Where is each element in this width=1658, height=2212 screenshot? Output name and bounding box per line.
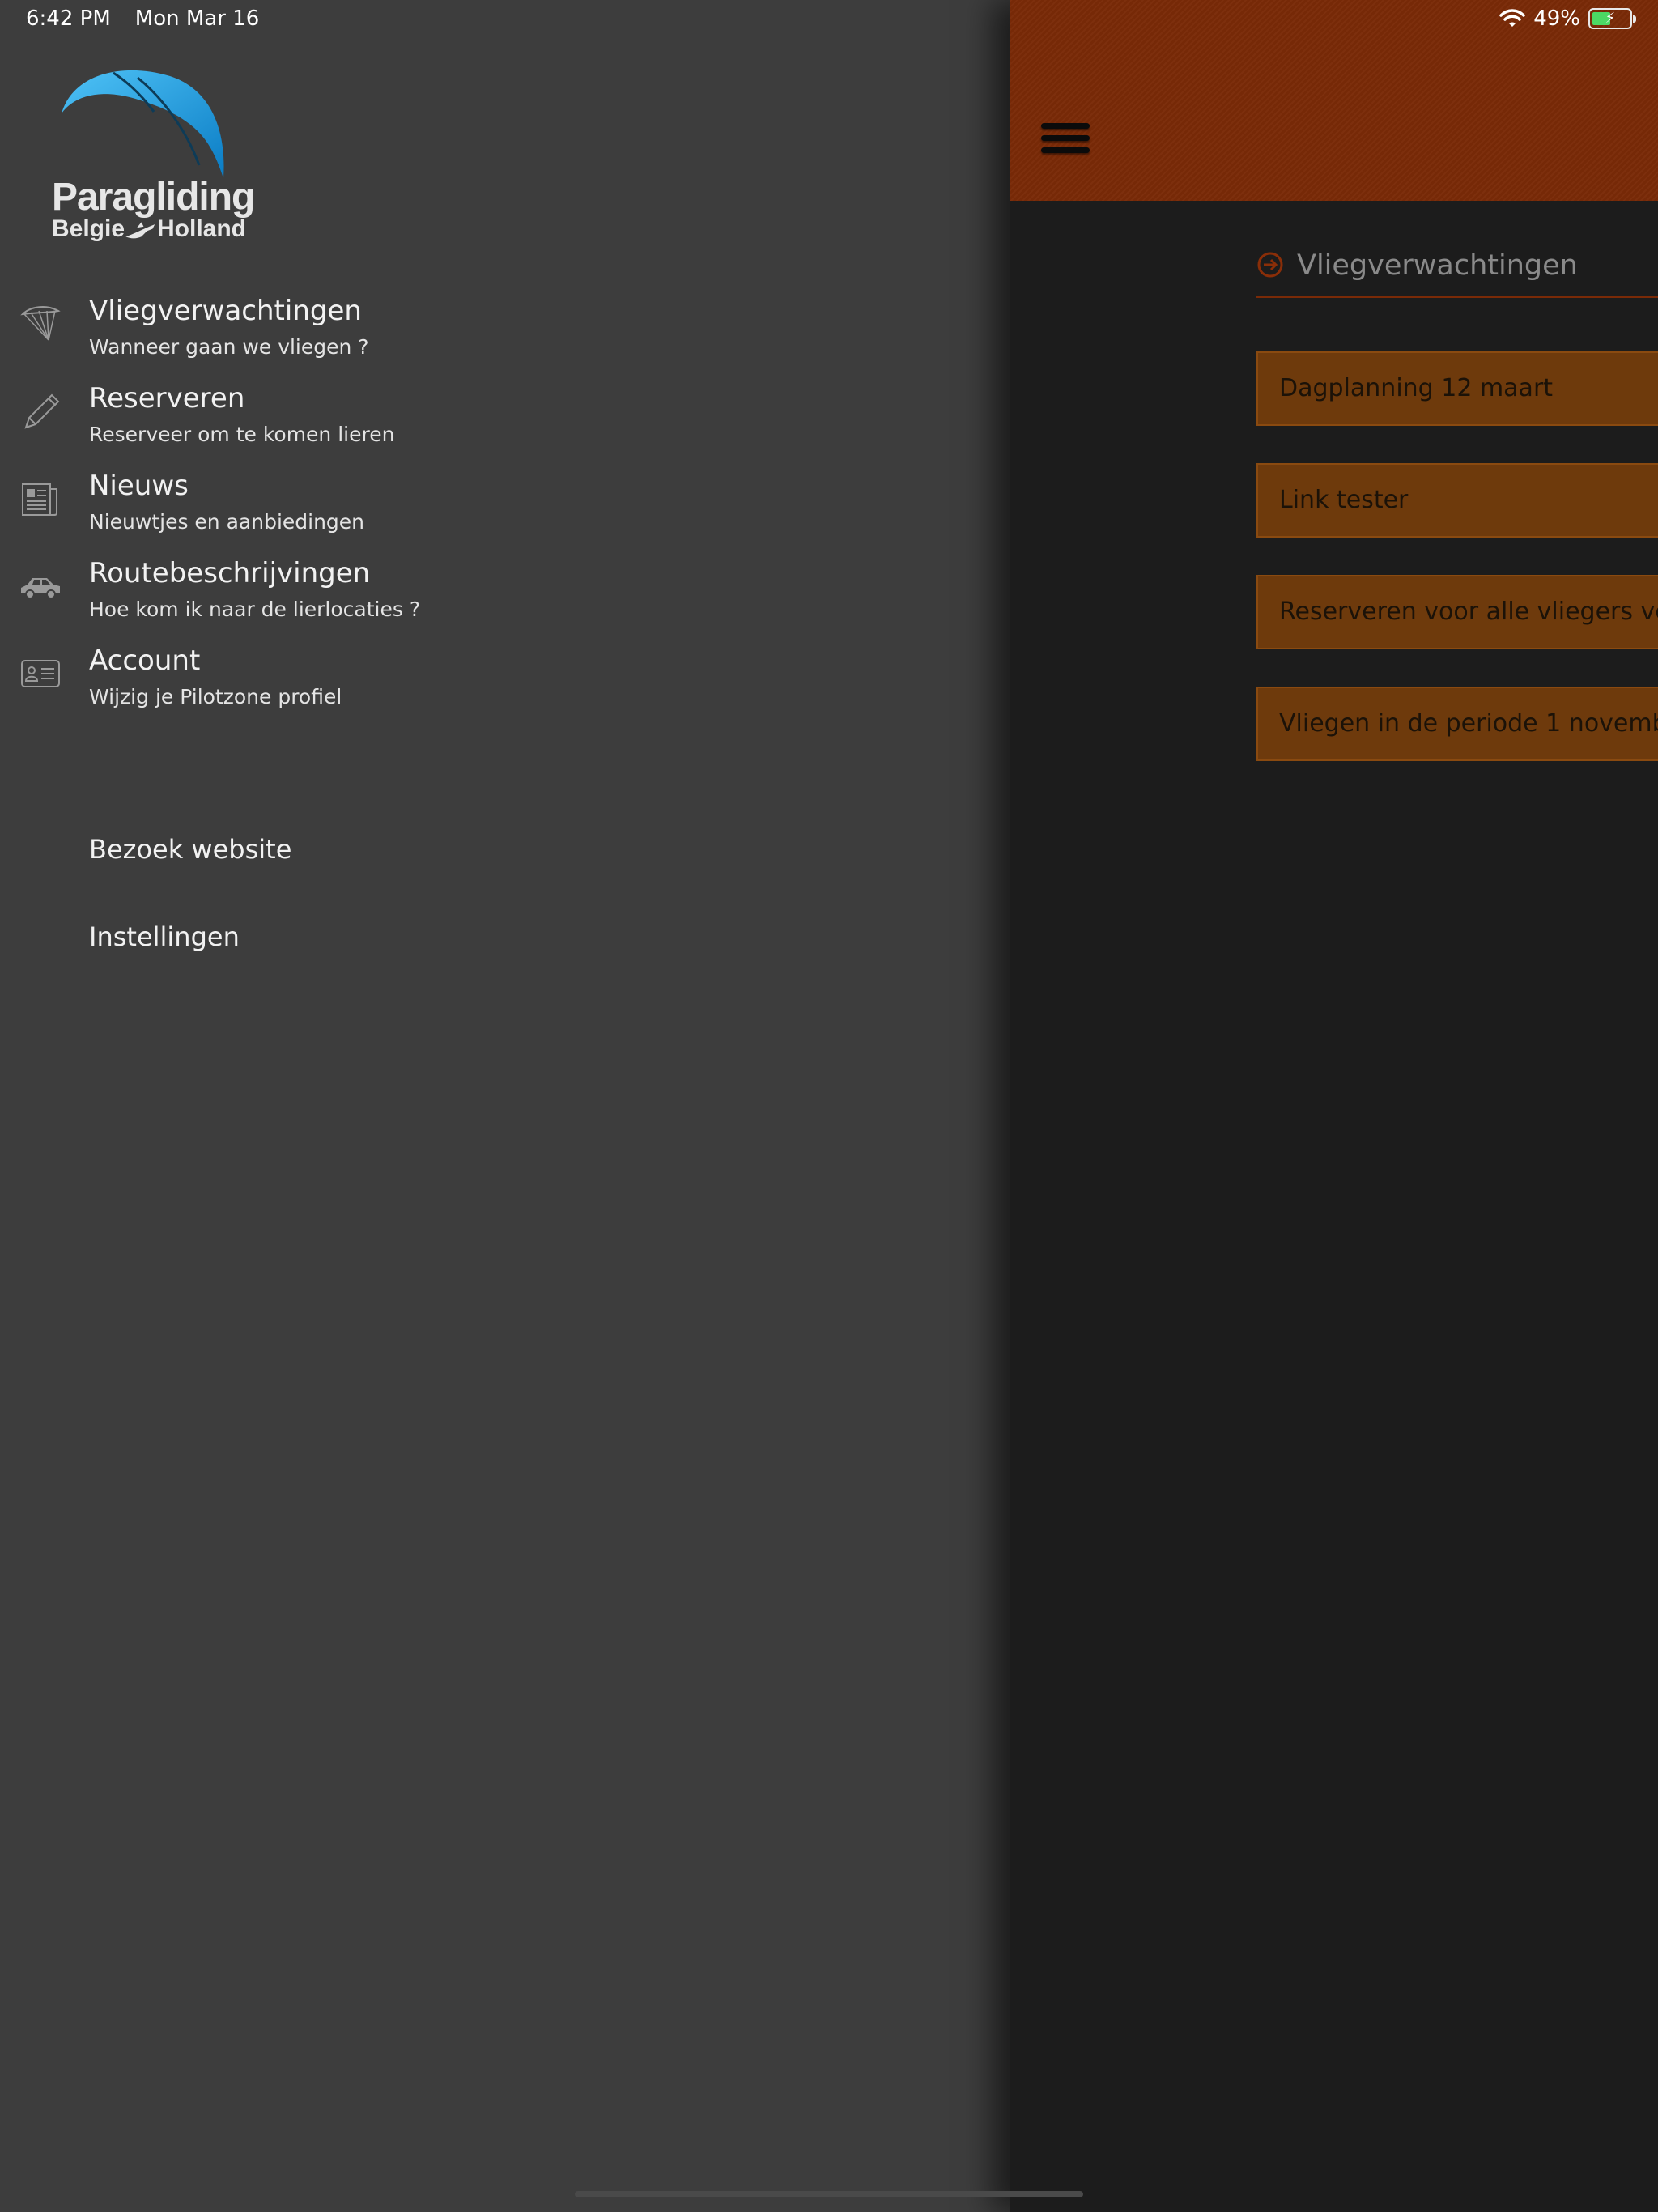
- menu-item-title: Routebeschrijvingen: [89, 557, 371, 589]
- menu-item-subtitle: Reserveer om te komen lieren: [89, 423, 395, 446]
- paragliding-logo: Paragliding Belgie Holland: [49, 65, 255, 259]
- status-date: Mon Mar 16: [134, 6, 260, 31]
- pencil-icon: [24, 393, 60, 429]
- battery-percentage: 49%: [1533, 6, 1580, 31]
- menu-item-title: Nieuws: [89, 470, 189, 502]
- paraglider-wing-logo-icon: [62, 70, 224, 178]
- logo-left-text: Belgie: [52, 215, 125, 242]
- post-title: Dagplanning 12 maart: [1279, 374, 1554, 402]
- settings-link[interactable]: Instellingen: [89, 921, 240, 952]
- post-item[interactable]: Dagplanning 12 maart: [1256, 351, 1658, 426]
- logo-right-text: Holland: [157, 215, 246, 242]
- post-item[interactable]: Reserveren voor alle vliegers ve: [1256, 575, 1658, 649]
- arrow-right-circle-icon: [1257, 252, 1283, 278]
- section-title: Vliegverwachtingen: [1297, 249, 1578, 282]
- status-bar-left: 6:42 PM Mon Mar 16: [26, 6, 259, 31]
- post-title: Reserveren voor alle vliegers ve: [1279, 598, 1658, 626]
- wifi-icon: [1499, 9, 1525, 27]
- newspaper-icon: [22, 483, 57, 516]
- menu-icon[interactable]: [1041, 123, 1090, 160]
- id-card-icon: [21, 660, 60, 687]
- menu-item-subtitle: Hoe kom ik naar de lierlocaties ?: [89, 598, 421, 621]
- paraglider-icon: [20, 306, 61, 341]
- menu-item-reserveren[interactable]: Reserveren Reserveer om te komen lieren: [0, 382, 567, 463]
- post-title: Vliegen in de periode 1 novemb: [1279, 709, 1658, 738]
- section-header: Vliegverwachtingen: [1256, 248, 1658, 298]
- logo-subtitle: Belgie Holland: [52, 215, 246, 245]
- main-content: Vliegverwachtingen Dagplanning 12 maart …: [1010, 0, 1658, 2212]
- menu-item-routebeschrijvingen[interactable]: Routebeschrijvingen Hoe kom ik naar de l…: [0, 557, 567, 638]
- plane-icon: [125, 222, 155, 239]
- car-icon: [21, 578, 60, 599]
- menu-item-subtitle: Nieuwtjes en aanbiedingen: [89, 510, 365, 534]
- post-item[interactable]: Vliegen in de periode 1 novemb: [1256, 687, 1658, 761]
- home-indicator[interactable]: [575, 2191, 1083, 2197]
- menu-item-nieuws[interactable]: Nieuws Nieuwtjes en aanbiedingen: [0, 470, 567, 551]
- battery-icon: ⚡: [1588, 8, 1636, 29]
- status-time: 6:42 PM: [26, 6, 111, 31]
- menu-item-title: Account: [89, 644, 201, 677]
- status-bar-right: 49% ⚡: [1499, 6, 1636, 31]
- menu-item-account[interactable]: Account Wijzig je Pilotzone profiel: [0, 644, 567, 725]
- post-item[interactable]: Link tester: [1256, 463, 1658, 538]
- menu-item-vliegverwachtingen[interactable]: Vliegverwachtingen Wanneer gaan we vlieg…: [0, 295, 567, 376]
- post-title: Link tester: [1279, 486, 1409, 514]
- charging-bolt-icon: ⚡: [1605, 10, 1616, 27]
- visit-website-link[interactable]: Bezoek website: [89, 834, 291, 865]
- menu-item-title: Reserveren: [89, 382, 245, 415]
- menu-item-subtitle: Wanneer gaan we vliegen ?: [89, 335, 369, 359]
- menu-item-title: Vliegverwachtingen: [89, 295, 362, 327]
- logo-title: Paragliding: [52, 176, 255, 219]
- menu-item-subtitle: Wijzig je Pilotzone profiel: [89, 685, 342, 708]
- navigation-drawer: Paragliding Belgie Holland Vliegverwacht…: [0, 0, 1010, 2212]
